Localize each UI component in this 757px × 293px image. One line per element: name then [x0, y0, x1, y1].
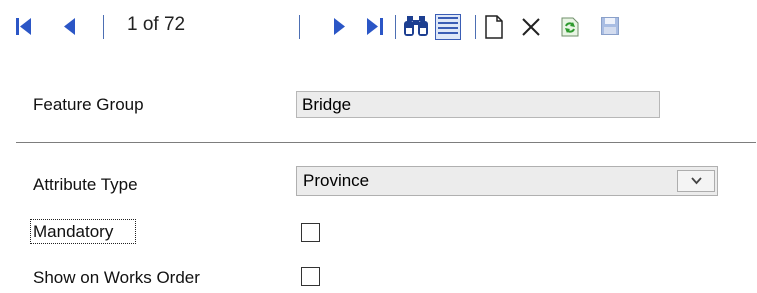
- feature-group-field: Bridge: [296, 91, 660, 118]
- mandatory-checkbox[interactable]: [301, 223, 320, 242]
- refresh-icon[interactable]: [561, 17, 579, 37]
- first-record-icon[interactable]: [16, 18, 32, 35]
- new-record-icon[interactable]: [485, 15, 503, 39]
- feature-group-label: Feature Group: [33, 95, 144, 114]
- dropdown-button[interactable]: [677, 170, 715, 192]
- toolbar-separator: [395, 15, 396, 39]
- next-record-icon[interactable]: [334, 18, 345, 35]
- show-on-works-order-checkbox[interactable]: [301, 267, 320, 286]
- last-record-icon[interactable]: [367, 18, 383, 35]
- mandatory-label: Mandatory: [33, 222, 114, 241]
- find-binoculars-icon[interactable]: [403, 15, 429, 37]
- show-on-works-order-label: Show on Works Order: [33, 268, 200, 287]
- previous-record-icon[interactable]: [64, 18, 75, 35]
- chevron-down-icon: [691, 177, 702, 185]
- record-toolbar: 1 of 72: [0, 0, 757, 56]
- toolbar-separator: [103, 15, 104, 39]
- record-position: 1 of 72: [127, 14, 186, 35]
- section-divider: [16, 142, 756, 143]
- toolbar-separator: [299, 15, 300, 39]
- list-view-icon[interactable]: [435, 14, 461, 40]
- attribute-type-value: Province: [303, 171, 370, 190]
- save-icon[interactable]: [601, 17, 619, 35]
- attribute-type-label: Attribute Type: [33, 175, 138, 194]
- delete-record-icon[interactable]: [521, 17, 541, 37]
- toolbar-separator: [475, 15, 476, 39]
- attribute-type-select[interactable]: Province: [296, 166, 718, 196]
